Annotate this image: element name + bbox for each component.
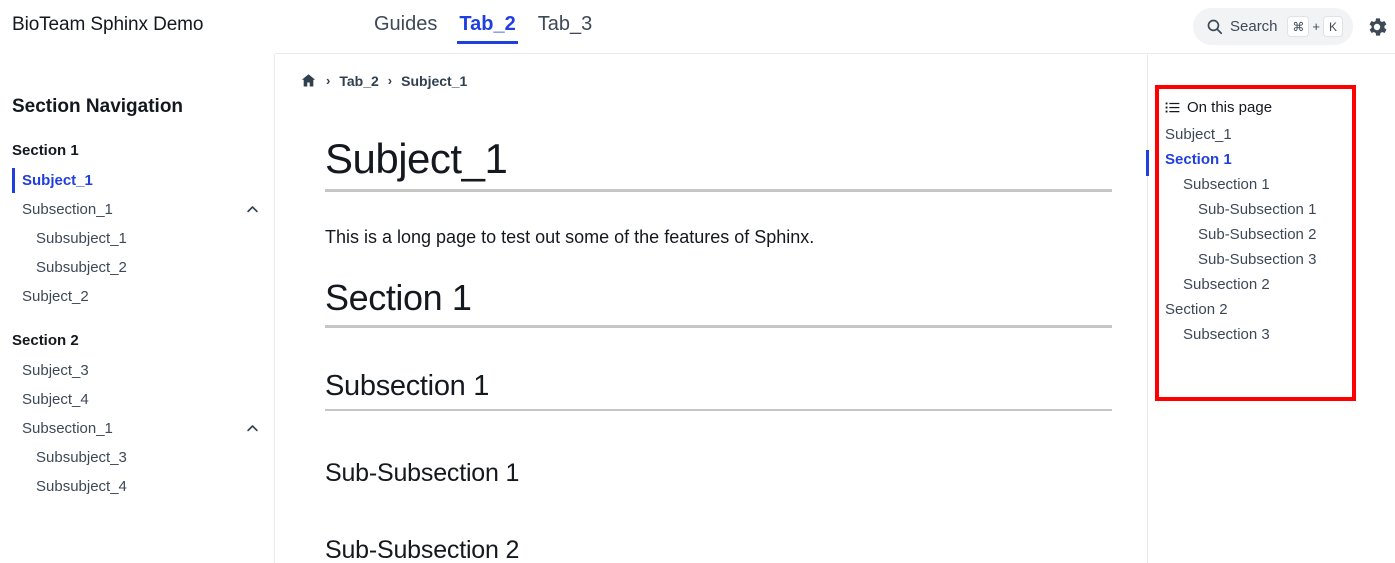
toc-active-indicator: [1146, 150, 1149, 176]
kbd-k: K: [1323, 16, 1343, 37]
search-label: Search: [1230, 18, 1278, 35]
kbd-command: ⌘: [1287, 16, 1310, 37]
sidebar-title: Section Navigation: [12, 96, 184, 117]
toc-item-subject-1[interactable]: Subject_1: [1165, 122, 1356, 147]
toc-item-sub-subsection-2[interactable]: Sub-Subsection 2: [1165, 222, 1356, 247]
list-icon: [1165, 100, 1180, 115]
toc-item-subsection-3[interactable]: Subsection 3: [1165, 322, 1356, 347]
kbd-plus: +: [1312, 19, 1320, 34]
sidebar-item-label: Subject_2: [22, 288, 89, 305]
sidebar-item-subject-1[interactable]: Subject_1: [0, 166, 274, 195]
breadcrumb-separator: ›: [387, 73, 393, 88]
sidebar-item-label: Subsection_1: [22, 201, 113, 218]
sidebar-item-subsection-1-b[interactable]: Subsection_1: [0, 414, 274, 443]
toc-item-sub-subsection-3[interactable]: Sub-Subsection 3: [1165, 247, 1356, 272]
top-header: BioTeam Sphinx Demo Guides Tab_2 Tab_3 S…: [0, 0, 1395, 54]
sidebar-item-subsubject-2[interactable]: Subsubject_2: [0, 253, 274, 282]
main-content: › Tab_2 › Subject_1 Subject_1 This is a …: [275, 54, 1147, 563]
breadcrumb-item-tab2[interactable]: Tab_2: [339, 73, 378, 89]
toc-item-sub-subsection-1[interactable]: Sub-Subsection 1: [1165, 197, 1356, 222]
sidebar-item-subsubject-1[interactable]: Subsubject_1: [0, 224, 274, 253]
heading-sub-subsection-1: Sub-Subsection 1: [325, 459, 520, 487]
sidebar-group-spacer: [0, 311, 274, 327]
primary-tabs: Guides Tab_2 Tab_3: [368, 11, 598, 44]
toc-item-subsection-2[interactable]: Subsection 2: [1165, 272, 1356, 297]
sidebar-item-label: Subject_1: [22, 172, 93, 189]
sidebar-item-label: Subject_3: [22, 362, 89, 379]
toc-header: On this page: [1165, 99, 1356, 116]
sidebar-item-label: Subsubject_3: [36, 449, 127, 466]
site-brand[interactable]: BioTeam Sphinx Demo: [12, 14, 203, 36]
search-button[interactable]: Search ⌘ + K: [1193, 8, 1353, 45]
section-navigation-sidebar: Section Navigation Section 1 Subject_1 S…: [0, 54, 275, 563]
search-shortcut: ⌘ + K: [1287, 16, 1343, 37]
sidebar-item-label: Subsubject_4: [36, 478, 127, 495]
sidebar-item-subsubject-3[interactable]: Subsubject_3: [0, 443, 274, 472]
sidebar-item-label: Subsubject_1: [36, 230, 127, 247]
page-root: BioTeam Sphinx Demo Guides Tab_2 Tab_3 S…: [0, 0, 1395, 563]
breadcrumb: › Tab_2 › Subject_1: [275, 72, 1147, 89]
toc-item-subsection-1[interactable]: Subsection 1: [1165, 172, 1356, 197]
sidebar-item-label: Subsection_1: [22, 420, 113, 437]
toc-title: On this page: [1187, 99, 1273, 116]
heading-subsection-1: Subsection 1: [325, 370, 1112, 411]
page-title: Subject_1: [325, 135, 1112, 192]
search-icon: [1206, 18, 1223, 35]
sidebar-item-subject-4[interactable]: Subject_4: [0, 385, 274, 414]
tab-tab3[interactable]: Tab_3: [532, 11, 599, 44]
sidebar-item-subject-2[interactable]: Subject_2: [0, 282, 274, 311]
sidebar-item-subject-3[interactable]: Subject_3: [0, 356, 274, 385]
sidebar-caption-section-1: Section 1: [12, 142, 79, 159]
on-this-page-toc: On this page Subject_1 Section 1 Subsect…: [1155, 85, 1356, 401]
tab-tab2[interactable]: Tab_2: [453, 11, 521, 44]
article-body: Subject_1 This is a long page to test ou…: [275, 135, 1147, 563]
breadcrumb-item-subject1[interactable]: Subject_1: [401, 73, 467, 89]
home-icon[interactable]: [300, 72, 317, 89]
heading-sub-subsection-2: Sub-Subsection 2: [325, 536, 520, 563]
heading-section-1: Section 1: [325, 277, 1112, 328]
chevron-up-icon[interactable]: [240, 417, 264, 441]
gear-icon[interactable]: [1365, 15, 1389, 39]
toc-item-section-1[interactable]: Section 1: [1165, 147, 1356, 172]
chevron-up-icon[interactable]: [240, 198, 264, 222]
toc-item-section-2[interactable]: Section 2: [1165, 297, 1356, 322]
sidebar-item-label: Subject_4: [22, 391, 89, 408]
sidebar-item-subsubject-4[interactable]: Subsubject_4: [0, 472, 274, 501]
intro-paragraph: This is a long page to test out some of …: [325, 227, 815, 247]
sidebar-item-label: Subsubject_2: [36, 259, 127, 276]
toc-divider: [1147, 54, 1148, 563]
sidebar-caption-section-2: Section 2: [12, 332, 79, 349]
breadcrumb-separator: ›: [326, 73, 331, 88]
sidebar-item-subsection-1[interactable]: Subsection_1: [0, 195, 274, 224]
tab-guides[interactable]: Guides: [368, 11, 443, 44]
